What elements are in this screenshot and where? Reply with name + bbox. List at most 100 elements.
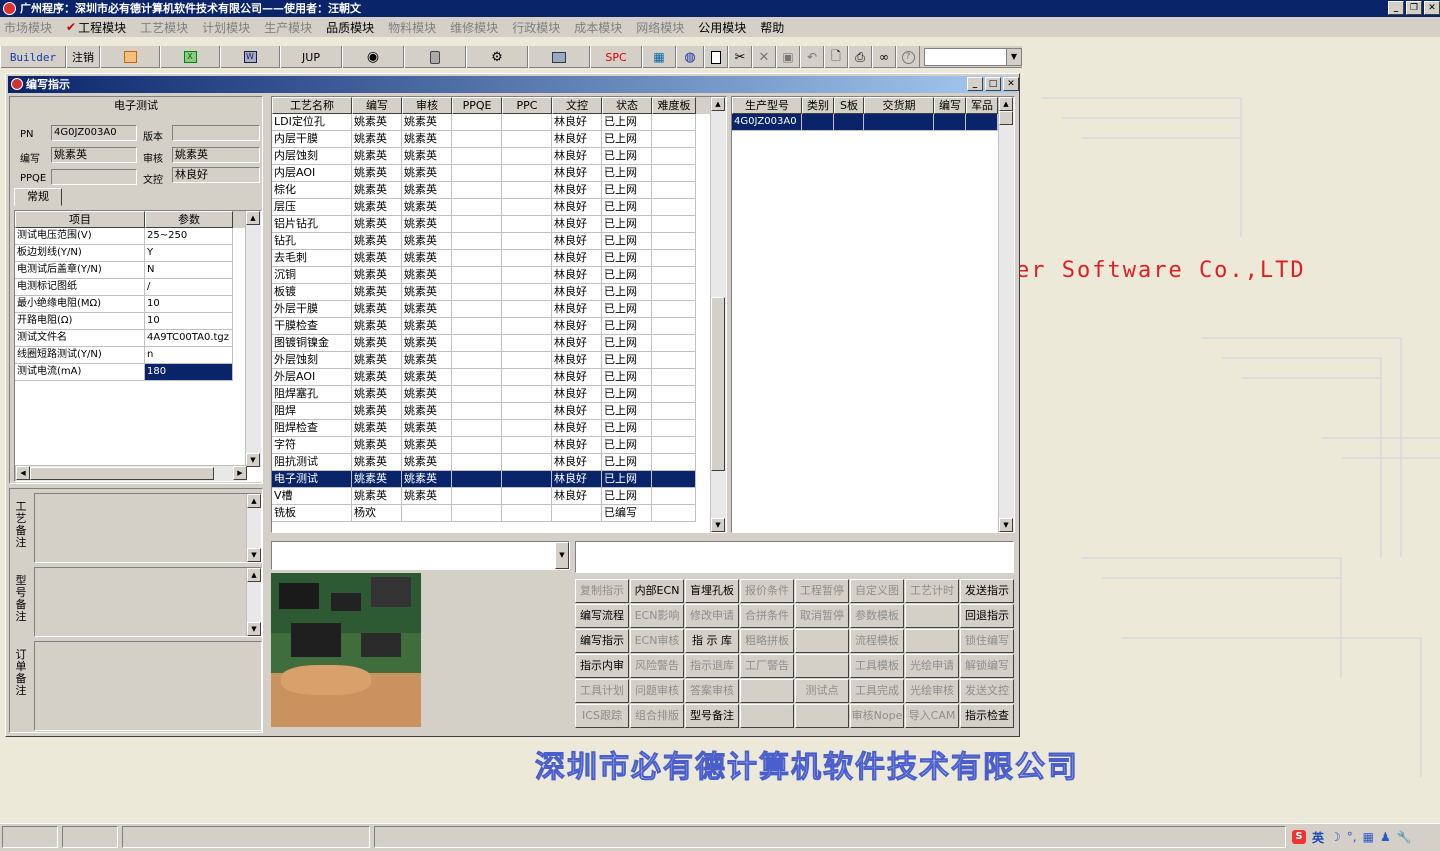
model-vscrollbar[interactable]: ▲ ▼ xyxy=(998,97,1014,532)
process-row[interactable]: V槽 姚素英 姚素英 林良好 已上网 xyxy=(272,488,726,505)
action-button-13[interactable]: 参数模板 xyxy=(850,604,904,628)
action-button-37[interactable]: 工具完成 xyxy=(850,679,904,703)
process-row[interactable]: 内层AOI 姚素英 姚素英 林良好 已上网 xyxy=(272,165,726,182)
param-cell[interactable]: 10 xyxy=(145,296,233,313)
scroll-right-arrow-icon[interactable]: ▶ xyxy=(233,466,247,480)
process-vscrollbar[interactable]: ▲ ▼ xyxy=(710,97,726,532)
menu-item-10[interactable]: 网络模块 xyxy=(636,19,684,36)
param-row[interactable]: 测试文件名 4A9TC00TA0.tgz xyxy=(15,330,261,347)
action-button-20[interactable] xyxy=(795,629,849,653)
param-cell[interactable]: n xyxy=(145,347,233,364)
model-scroll-up-icon[interactable]: ▲ xyxy=(999,97,1013,111)
ime-logo-icon[interactable]: S xyxy=(1292,830,1306,844)
note-textarea-1[interactable]: ▲ ▼ xyxy=(34,567,262,637)
action-button-12[interactable]: 取消暂停 xyxy=(795,604,849,628)
menu-item-6[interactable]: 物料模块 xyxy=(388,19,436,36)
param-cell[interactable]: / xyxy=(145,279,233,296)
action-button-17[interactable]: ECN审核 xyxy=(630,629,684,653)
action-button-5[interactable]: 自定义图 xyxy=(850,579,904,603)
menu-item-0[interactable]: 市场模块 xyxy=(4,19,52,36)
menu-item-4[interactable]: 生产模块 xyxy=(264,19,312,36)
action-button-39[interactable]: 发送文控 xyxy=(960,679,1014,703)
param-cell[interactable]: 25~250 xyxy=(145,228,233,245)
scroll-left-arrow-icon[interactable]: ◀ xyxy=(16,466,30,480)
param-cell[interactable]: 4A9TC00TA0.tgz xyxy=(145,330,233,347)
model-header-4[interactable]: 编写 xyxy=(934,97,966,114)
note-scrollbar-0[interactable]: ▲ ▼ xyxy=(246,494,261,562)
action-button-1[interactable]: 内部ECN xyxy=(630,579,684,603)
process-row[interactable]: 铝片钻孔 姚素英 姚素英 林良好 已上网 xyxy=(272,216,726,233)
action-button-24[interactable]: 指示内审 xyxy=(575,654,629,678)
model-header-5[interactable]: 军品 xyxy=(966,97,998,114)
window-minimize-button[interactable]: _ xyxy=(967,77,983,91)
param-row[interactable]: 测试电流(mA) 180 xyxy=(15,364,261,381)
action-button-40[interactable]: ICS跟踪 xyxy=(575,704,629,728)
process-scroll-thumb[interactable] xyxy=(711,297,725,471)
window-maximize-button[interactable]: □ xyxy=(985,77,1001,91)
note-textarea-2[interactable] xyxy=(34,641,262,731)
process-row[interactable]: LDI定位孔 姚素英 姚素英 林良好 已上网 xyxy=(272,114,726,131)
param-vscrollbar[interactable]: ▲ ▼ xyxy=(245,211,261,467)
action-button-19[interactable]: 粗略拼板 xyxy=(740,629,794,653)
process-row[interactable]: 沉铜 姚素英 姚素英 林良好 已上网 xyxy=(272,267,726,284)
process-row[interactable]: 去毛刺 姚素英 姚素英 林良好 已上网 xyxy=(272,250,726,267)
action-button-43[interactable] xyxy=(740,704,794,728)
action-button-34[interactable]: 答案审核 xyxy=(685,679,739,703)
word-button[interactable]: W xyxy=(220,46,280,68)
action-button-9[interactable]: ECN影响 xyxy=(630,604,684,628)
save-button[interactable]: ▣ xyxy=(776,46,800,68)
action-button-6[interactable]: 工艺计时 xyxy=(905,579,959,603)
menu-item-1[interactable]: 工程模块 xyxy=(78,19,126,36)
menu-item-9[interactable]: 成本模块 xyxy=(574,19,622,36)
param-cell[interactable]: N xyxy=(145,262,233,279)
excel-button[interactable]: X xyxy=(160,46,220,68)
action-button-21[interactable]: 流程模板 xyxy=(850,629,904,653)
menu-item-11[interactable]: 公用模块 xyxy=(698,19,746,36)
menu-item-8[interactable]: 行政模块 xyxy=(512,19,560,36)
delete-button[interactable]: ✕ xyxy=(752,46,776,68)
pn-field[interactable]: 4G0JZ003A0 xyxy=(51,125,137,141)
action-button-25[interactable]: 风险警告 xyxy=(630,654,684,678)
restore-button[interactable]: ❐ xyxy=(1406,1,1422,15)
action-button-30[interactable]: 光绘申请 xyxy=(905,654,959,678)
undo-button[interactable]: ↶ xyxy=(800,46,824,68)
tools-button[interactable]: ⚙ xyxy=(466,46,528,68)
note-scroll-up-icon[interactable]: ▲ xyxy=(247,568,261,582)
param-row[interactable]: 板边划线(Y/N) Y xyxy=(15,245,261,262)
help-button[interactable]: ? xyxy=(896,46,920,68)
process-row[interactable]: 棕化 姚素英 姚素英 林良好 已上网 xyxy=(272,182,726,199)
tab-general[interactable]: 常规 xyxy=(14,188,62,206)
menu-item-3[interactable]: 计划模块 xyxy=(202,19,250,36)
window-close-button[interactable]: ✕ xyxy=(1003,77,1019,91)
process-row[interactable]: 阻焊 姚素英 姚素英 林良好 已上网 xyxy=(272,403,726,420)
find-button[interactable]: ∞ xyxy=(872,46,896,68)
minimize-button[interactable]: _ xyxy=(1388,1,1404,15)
calendar-button[interactable]: ▦ xyxy=(642,46,676,68)
menu-item-5[interactable]: 品质模块 xyxy=(326,19,374,36)
model-header-2[interactable]: S板 xyxy=(834,97,864,114)
action-button-45[interactable]: 审核Nope xyxy=(850,704,904,728)
version-field[interactable] xyxy=(172,125,260,141)
scroll-down-arrow-icon[interactable]: ▼ xyxy=(246,453,260,467)
action-button-35[interactable] xyxy=(740,679,794,703)
review-field[interactable]: 姚素英 xyxy=(172,147,260,163)
note-scroll-down-icon[interactable]: ▼ xyxy=(247,548,261,562)
param-row[interactable]: 电测试后盖章(Y/N) N xyxy=(15,262,261,279)
doc-control-field[interactable]: 林良好 xyxy=(172,167,260,183)
param-row[interactable]: 线圈短路测试(Y/N) n xyxy=(15,347,261,364)
new-button[interactable] xyxy=(704,46,728,68)
param-hscrollbar[interactable]: ◀ ▶ xyxy=(15,465,247,481)
action-button-22[interactable] xyxy=(905,629,959,653)
wrench-icon[interactable]: 🔧 xyxy=(1397,830,1412,844)
close-button[interactable]: ✕ xyxy=(1424,1,1440,15)
action-button-42[interactable]: 型号备注 xyxy=(685,704,739,728)
database-button[interactable] xyxy=(404,46,466,68)
process-row[interactable]: 外层AOI 姚素英 姚素英 林良好 已上网 xyxy=(272,369,726,386)
combo-dropdown-icon[interactable]: ▼ xyxy=(555,542,569,569)
moon-icon[interactable]: ☽ xyxy=(1330,830,1341,844)
scroll-up-arrow-icon[interactable]: ▲ xyxy=(246,211,260,225)
process-row[interactable]: 阻抗测试 姚素英 姚素英 林良好 已上网 xyxy=(272,454,726,471)
menu-item-12[interactable]: 帮助 xyxy=(760,19,784,36)
action-button-3[interactable]: 报价条件 xyxy=(740,579,794,603)
note-scroll-up-icon[interactable]: ▲ xyxy=(247,494,261,508)
